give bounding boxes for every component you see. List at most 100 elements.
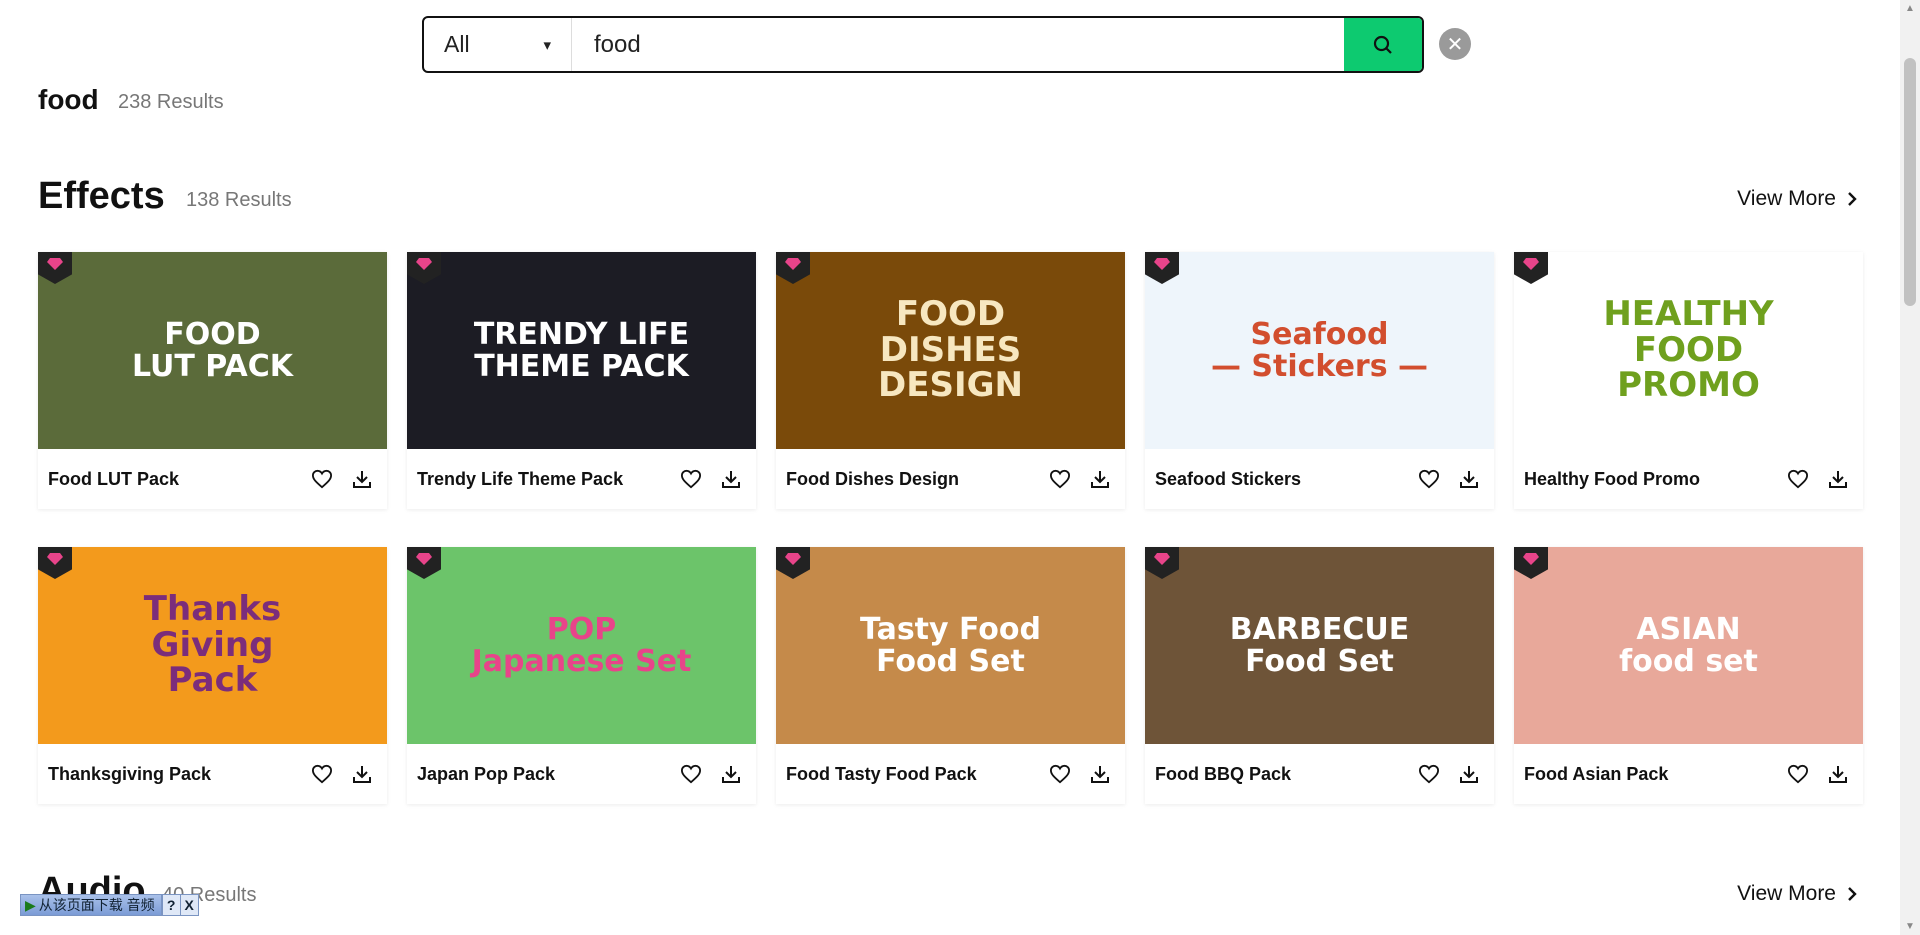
favorite-button[interactable] (307, 464, 337, 494)
effects-view-more-link[interactable]: View More (1737, 187, 1858, 211)
favorite-button[interactable] (1414, 759, 1444, 789)
favorite-button[interactable] (676, 759, 706, 789)
effect-thumbnail[interactable]: BARBECUE Food Set (1145, 547, 1494, 744)
effect-card[interactable]: ASIAN food set Food Asian Pack (1514, 547, 1863, 804)
previous-section-title: food (38, 84, 99, 115)
favorite-button[interactable] (1783, 464, 1813, 494)
favorite-button[interactable] (1783, 759, 1813, 789)
favorite-button[interactable] (1045, 464, 1075, 494)
premium-gem-icon (776, 252, 810, 284)
effect-thumbnail[interactable]: ASIAN food set (1514, 547, 1863, 744)
audio-view-more-link[interactable]: View More (1737, 882, 1858, 906)
card-footer: Healthy Food Promo (1514, 449, 1863, 509)
heart-icon (1049, 469, 1071, 489)
effect-card[interactable]: HEALTHY FOOD PROMO Healthy Food Promo (1514, 252, 1863, 509)
effect-thumbnail[interactable]: TRENDY LIFE THEME PACK (407, 252, 756, 449)
effect-thumbnail[interactable]: Tasty Food Food Set (776, 547, 1125, 744)
gem-shape (47, 258, 63, 270)
download-button[interactable] (1823, 464, 1853, 494)
card-footer: Food LUT Pack (38, 449, 387, 509)
effect-card[interactable]: Thanks Giving Pack Thanksgiving Pack (38, 547, 387, 804)
effect-thumbnail[interactable]: Thanks Giving Pack (38, 547, 387, 744)
download-button[interactable] (1454, 759, 1484, 789)
premium-gem-icon (38, 252, 72, 284)
effect-card[interactable]: Seafood — Stickers — Seafood Stickers (1145, 252, 1494, 509)
download-audio-bar[interactable]: ▶ 从该页面下载 音频 ? X (20, 894, 199, 916)
card-title: Trendy Life Theme Pack (417, 468, 624, 489)
thumbnail-title: FOOD DISHES DESIGN (878, 293, 1023, 406)
download-button[interactable] (347, 464, 377, 494)
download-button[interactable] (1085, 759, 1115, 789)
category-select[interactable]: All ▾ (424, 18, 572, 71)
scroll-up-arrow-icon[interactable]: ▲ (1905, 3, 1915, 14)
download-button[interactable] (347, 759, 377, 789)
heart-icon (1787, 764, 1809, 784)
heart-icon (680, 764, 702, 784)
view-more-label: View More (1737, 187, 1836, 210)
category-select-value: All (444, 31, 470, 57)
scrollbar-thumb[interactable] (1904, 58, 1916, 306)
gem-shape (47, 553, 63, 565)
gem-shape (785, 553, 801, 565)
effect-thumbnail[interactable]: Seafood — Stickers — (1145, 252, 1494, 449)
search-button[interactable] (1344, 18, 1422, 71)
heart-icon (311, 469, 333, 489)
play-icon: ▶ (25, 896, 36, 913)
download-button[interactable] (1454, 464, 1484, 494)
effect-card[interactable]: POP Japanese Set Japan Pop Pack (407, 547, 756, 804)
download-icon (353, 471, 371, 488)
card-title: Food Tasty Food Pack (786, 763, 977, 784)
page-scrollbar[interactable]: ▲ ▼ (1900, 0, 1920, 935)
card-footer: Food Tasty Food Pack (776, 744, 1125, 804)
thumbnail-title: POP Japanese Set (471, 612, 692, 679)
download-button[interactable] (716, 464, 746, 494)
card-title: Thanksgiving Pack (48, 763, 212, 784)
download-button[interactable] (1085, 464, 1115, 494)
help-button[interactable]: ? (161, 895, 180, 915)
download-icon (722, 766, 740, 783)
download-icon (1091, 766, 1109, 783)
card-footer: Trendy Life Theme Pack (407, 449, 756, 509)
effect-card[interactable]: Tasty Food Food Set Food Tasty Food Pack (776, 547, 1125, 804)
thumbnail-title: BARBECUE Food Set (1229, 612, 1410, 679)
scroll-down-arrow-icon[interactable]: ▼ (1905, 921, 1915, 932)
effect-card[interactable]: TRENDY LIFE THEME PACK Trendy Life Theme… (407, 252, 756, 509)
effect-card[interactable]: BARBECUE Food Set Food BBQ Pack (1145, 547, 1494, 804)
effect-card[interactable]: FOOD DISHES DESIGN Food Dishes Design (776, 252, 1125, 509)
favorite-button[interactable] (676, 464, 706, 494)
search-box: All ▾ (422, 16, 1424, 73)
card-footer: Food Asian Pack (1514, 744, 1863, 804)
effect-thumbnail[interactable]: FOOD DISHES DESIGN (776, 252, 1125, 449)
effect-card[interactable]: FOOD LUT PACK Food LUT Pack (38, 252, 387, 509)
effect-thumbnail[interactable]: FOOD LUT PACK (38, 252, 387, 449)
card-footer: Food BBQ Pack (1145, 744, 1494, 804)
download-audio-button[interactable]: ▶ 从该页面下载 音频 (21, 895, 162, 915)
favorite-button[interactable] (1414, 464, 1444, 494)
thumbnail-title: Thanks Giving Pack (143, 588, 282, 701)
search-input[interactable] (572, 18, 1344, 71)
heart-icon (311, 764, 333, 784)
thumbnail-title: TRENDY LIFE THEME PACK (473, 317, 690, 384)
thumbnail-title: FOOD LUT PACK (131, 317, 294, 384)
card-footer: Japan Pop Pack (407, 744, 756, 804)
chevron-down-icon: ▾ (543, 36, 551, 54)
effect-thumbnail[interactable]: POP Japanese Set (407, 547, 756, 744)
thumbnail-title: Tasty Food Food Set (859, 612, 1041, 679)
download-button[interactable] (716, 759, 746, 789)
clear-search-button[interactable]: ✕ (1439, 28, 1471, 60)
download-audio-label: 从该页面下载 音频 (38, 897, 155, 913)
download-icon (1829, 471, 1847, 488)
card-footer: Seafood Stickers (1145, 449, 1494, 509)
effects-result-count: 138 Results (186, 189, 292, 211)
premium-gem-icon (1514, 547, 1548, 579)
favorite-button[interactable] (307, 759, 337, 789)
gem-shape (416, 258, 432, 270)
download-button[interactable] (1823, 759, 1853, 789)
premium-gem-icon (1145, 547, 1179, 579)
favorite-button[interactable] (1045, 759, 1075, 789)
thumbnail-title: HEALTHY FOOD PROMO (1603, 293, 1774, 406)
effect-thumbnail[interactable]: HEALTHY FOOD PROMO (1514, 252, 1863, 449)
previous-section-count: 238 Results (118, 91, 224, 113)
download-icon (1091, 471, 1109, 488)
close-bar-button[interactable]: X (179, 895, 198, 915)
